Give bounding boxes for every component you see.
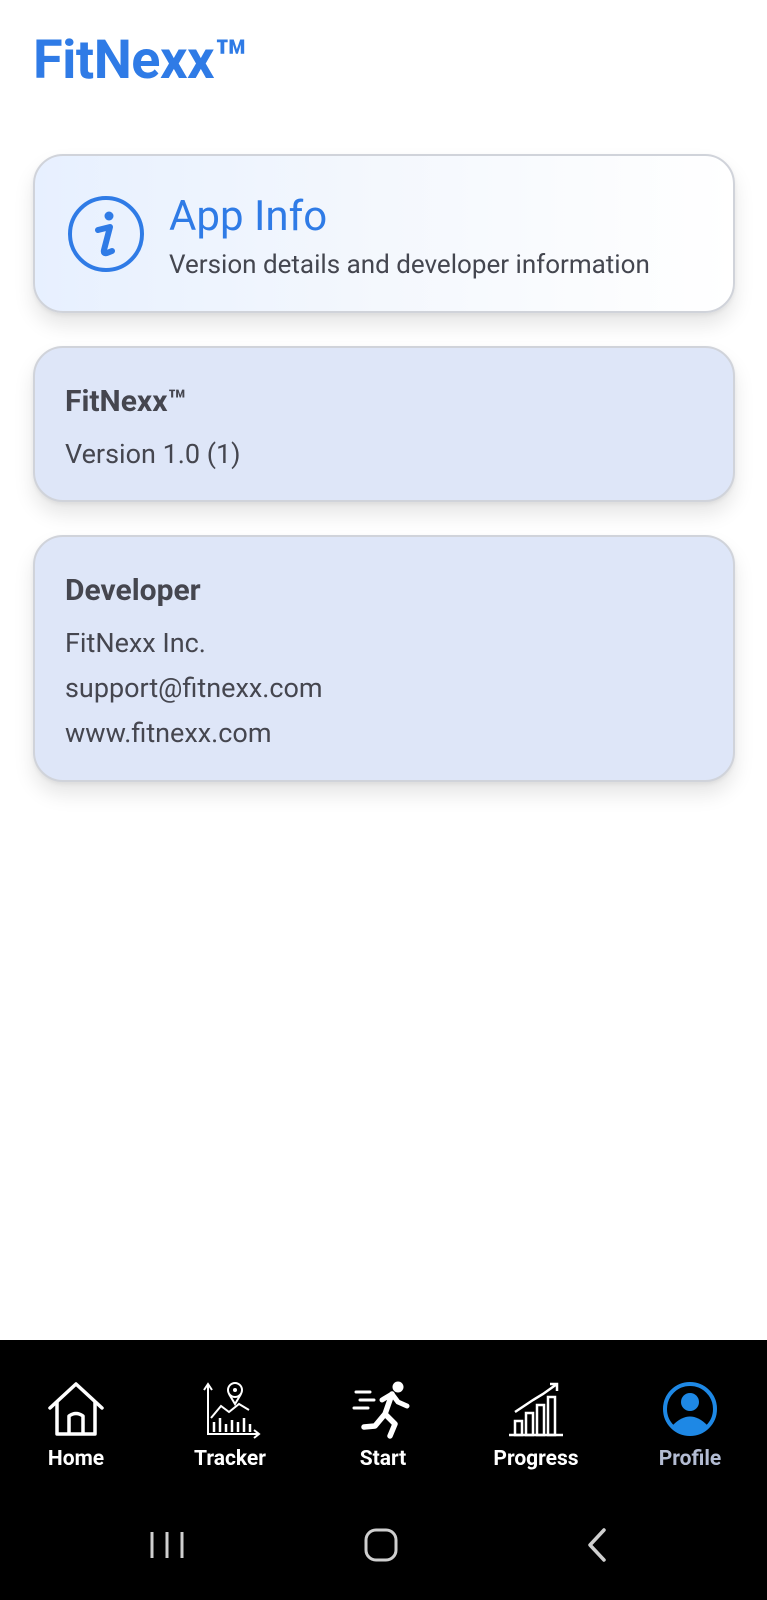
nav-item-profile[interactable]: Profile: [615, 1340, 765, 1490]
page-title: App Info: [169, 192, 328, 241]
app-name: FitNexx™: [65, 384, 187, 419]
app-title: FitNexx™: [33, 29, 248, 92]
developer-website[interactable]: www.fitnexx.com: [65, 715, 272, 751]
nav-label-start: Start: [359, 1447, 407, 1471]
app-version-card: FitNexx™ Version 1.0 (1): [33, 346, 735, 502]
recent-apps-icon[interactable]: [127, 1490, 207, 1600]
profile-icon: [663, 1382, 717, 1436]
developer-company: FitNexx Inc.: [65, 627, 206, 659]
running-icon: [352, 1381, 410, 1439]
nav-label-progress: Progress: [493, 1447, 579, 1471]
info-icon: [68, 196, 144, 272]
developer-email[interactable]: support@fitnexx.com: [65, 670, 323, 706]
app-info-header-card: App Info Version details and developer i…: [33, 154, 735, 313]
page-subtitle: Version details and developer informatio…: [169, 250, 650, 280]
app-version: Version 1.0 (1): [65, 438, 241, 470]
nav-item-progress[interactable]: Progress: [461, 1340, 611, 1490]
nav-label-tracker: Tracker: [194, 1447, 266, 1471]
nav-label-home: Home: [47, 1447, 105, 1471]
nav-item-tracker[interactable]: Tracker: [155, 1340, 305, 1490]
nav-item-home[interactable]: Home: [1, 1340, 151, 1490]
app-info-screen: FitNexx™ App Info Version details and de…: [0, 0, 767, 1600]
home-button-icon[interactable]: [341, 1490, 421, 1600]
system-navigation-bar: [0, 1490, 767, 1600]
bar-chart-icon: [509, 1382, 563, 1437]
home-icon: [48, 1382, 104, 1436]
nav-item-start[interactable]: Start: [308, 1340, 458, 1490]
tracker-icon: [203, 1382, 261, 1439]
bottom-navigation: Home Tracker Start Progress Profile: [0, 1340, 767, 1490]
developer-card: Developer FitNexx Inc. support@fitnexx.c…: [33, 535, 735, 782]
developer-title: Developer: [65, 573, 201, 608]
back-icon[interactable]: [557, 1490, 637, 1600]
nav-label-profile: Profile: [658, 1447, 722, 1471]
